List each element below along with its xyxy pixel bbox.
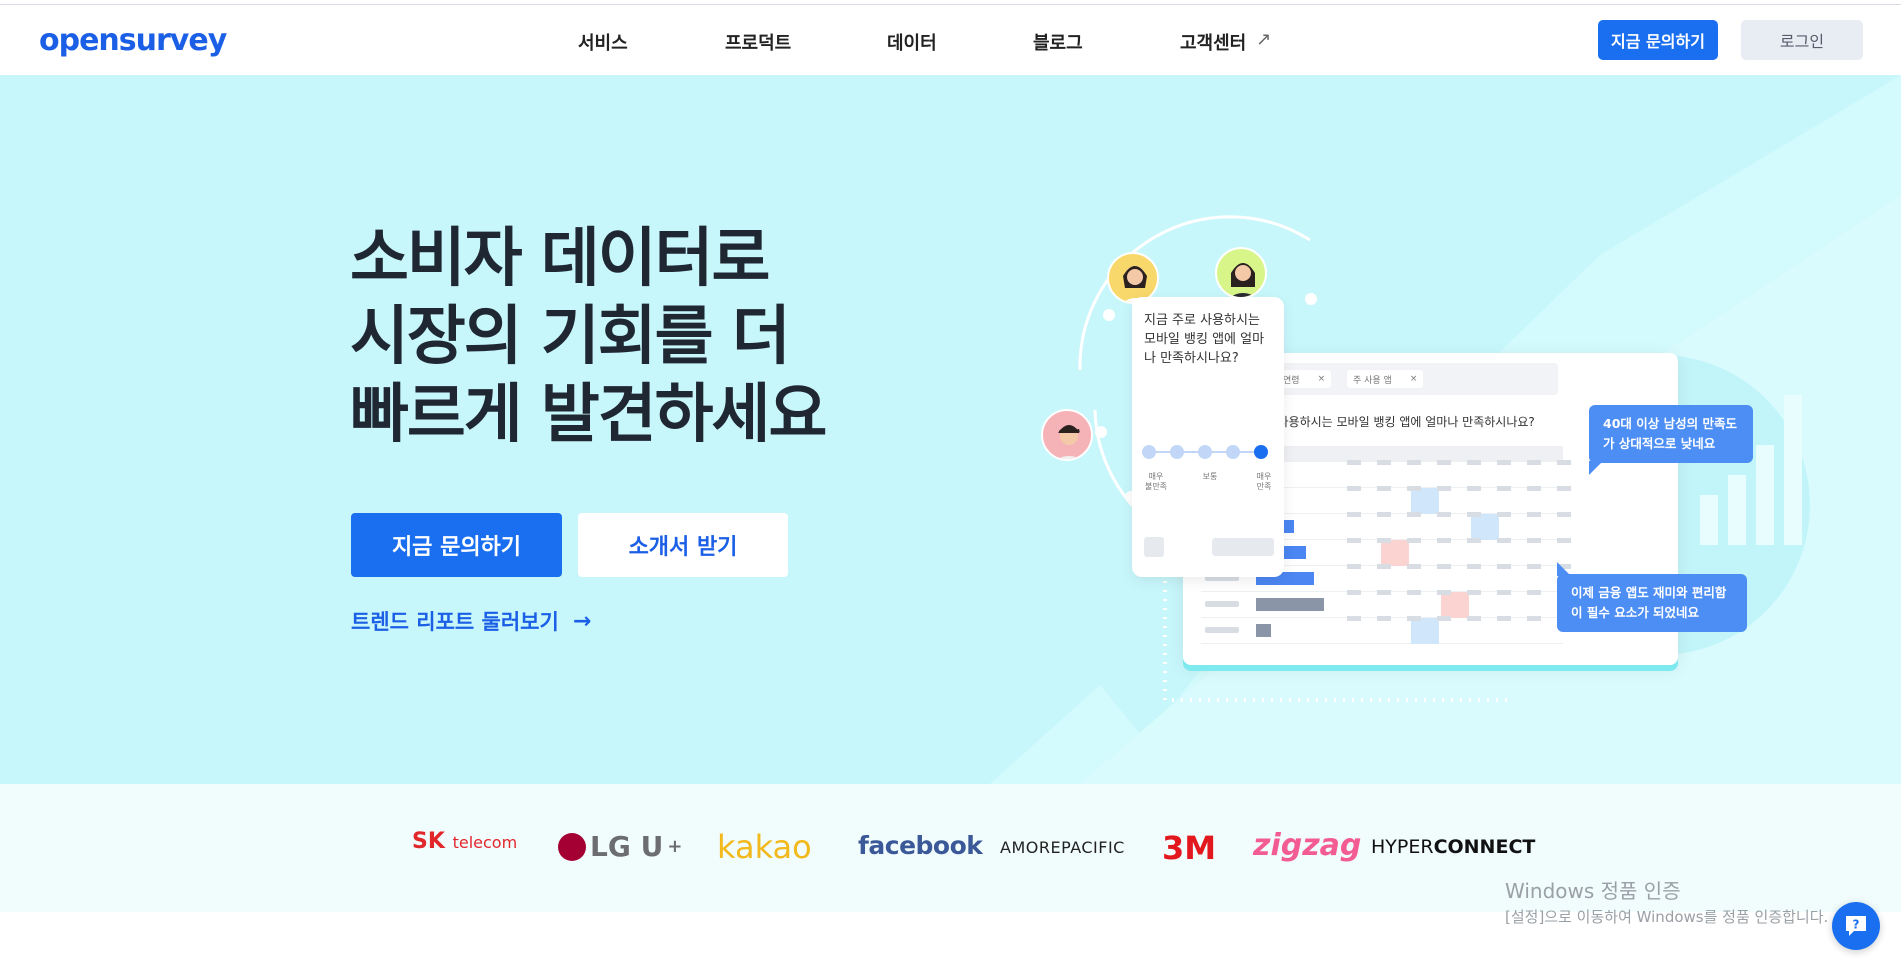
scale-label-high: 매우 만족: [1256, 472, 1272, 491]
scale-dot[interactable]: [1226, 445, 1240, 459]
external-link-icon: ↗: [1256, 29, 1272, 50]
3m-logo: 3M: [1162, 829, 1217, 867]
nav-support[interactable]: 고객센터 ↗: [1180, 29, 1271, 55]
hyper-text: HYPER: [1371, 836, 1434, 858]
trend-report-link[interactable]: 트렌드 리포트 둘러보기 →: [351, 606, 591, 636]
insight-bubble-top: 40대 이상 남성의 만족도가 상대적으로 낮네요: [1589, 405, 1753, 463]
nav-support-label: 고객센터: [1180, 33, 1247, 54]
arrow-right-icon: →: [572, 608, 592, 634]
contact-button[interactable]: 지금 문의하기: [1598, 20, 1718, 60]
sk-mark: SK: [412, 829, 445, 854]
scale-dot-selected[interactable]: [1254, 445, 1268, 459]
nav-product[interactable]: 프로덕트: [725, 29, 791, 55]
close-icon: ×: [1317, 374, 1326, 384]
watermark-subtitle: [설정]으로 이동하여 Windows를 정품 인증합니다.: [1505, 908, 1829, 926]
question-bubble-icon: ?: [1846, 916, 1866, 936]
filter-chip-age[interactable]: 연령 ×: [1277, 370, 1332, 388]
scale-dot[interactable]: [1198, 445, 1212, 459]
trend-report-label: 트렌드 리포트 둘러보기: [351, 610, 559, 634]
connect-text: CONNECT: [1433, 836, 1536, 858]
lg-plus: +: [667, 836, 683, 857]
sk-sub: telecom: [452, 833, 518, 852]
login-button[interactable]: 로그인: [1741, 20, 1863, 60]
filter-chip-app[interactable]: 주 사용 앱 ×: [1347, 370, 1424, 388]
survey-card: 지금 주로 사용하시는 모바일 뱅킹 앱에 얼마나 만족하시나요? 매우 불만족…: [1132, 297, 1284, 577]
bubble-tail: [1589, 461, 1603, 475]
hero-headline: 소비자 데이터로 시장의 기회를 더 빠르게 발견하세요: [350, 220, 827, 454]
get-brochure-button[interactable]: 소개서 받기: [578, 513, 788, 577]
rating-scale: [1142, 445, 1274, 459]
lg-emblem-icon: [558, 832, 586, 861]
scale-dot[interactable]: [1142, 445, 1156, 459]
avatar-woman-2: [1215, 247, 1267, 299]
facebook-logo: facebook: [858, 831, 983, 860]
nav-blog[interactable]: 블로그: [1033, 29, 1083, 55]
help-chat-button[interactable]: ?: [1832, 902, 1880, 950]
headline-line-2: 시장의 기회를 더: [350, 300, 791, 374]
sk-telecom-logo: SK telecom: [412, 829, 517, 854]
bubble-tail: [1557, 562, 1571, 576]
next-button[interactable]: [1212, 538, 1274, 556]
nav-service[interactable]: 서비스: [578, 29, 628, 55]
hyperconnect-logo: HYPERCONNECT: [1371, 836, 1535, 858]
scale-label-mid: 보통: [1202, 472, 1218, 481]
watermark-title: Windows 정품 인증: [1505, 879, 1681, 903]
headline-line-3: 빠르게 발견하세요: [350, 378, 827, 452]
survey-question: 지금 주로 사용하시는 모바일 뱅킹 앱에 얼마나 만족하시나요?: [1144, 313, 1265, 366]
kakao-logo: kakao: [717, 828, 812, 866]
headline-line-1: 소비자 데이터로: [350, 222, 770, 296]
windows-activation-watermark: Windows 정품 인증 [설정]으로 이동하여 Windows를 정품 인증…: [1505, 878, 1828, 930]
site-header: opensurvey 서비스 프로덕트 데이터 블로그 고객센터 ↗ 지금 문의…: [0, 5, 1901, 75]
chip-label: 연령: [1283, 375, 1300, 386]
logo[interactable]: opensurvey: [39, 23, 227, 58]
nav-data[interactable]: 데이터: [887, 29, 937, 55]
hero-contact-button[interactable]: 지금 문의하기: [351, 513, 562, 577]
scale-dot[interactable]: [1170, 445, 1184, 459]
hero-illustration: 성별× 연령× 주 사용 앱× Q3. 지금 주로 사용하시는 모바일 뱅킹 앱…: [1030, 170, 1830, 770]
amorepacific-logo: AMOREPACIFIC: [1000, 838, 1125, 857]
lg-text: LG U: [590, 830, 664, 863]
avatar-man: [1041, 409, 1093, 461]
zigzag-logo: zigzag: [1253, 828, 1362, 863]
scale-label-low: 매우 불만족: [1144, 472, 1168, 491]
insight-bubble-bottom: 이제 금융 앱도 재미와 편리함이 필수 요소가 되었네요: [1557, 574, 1747, 632]
chip-label: 주 사용 앱: [1353, 375, 1392, 386]
close-icon: ×: [1409, 374, 1418, 384]
hero-section: 소비자 데이터로 시장의 기회를 더 빠르게 발견하세요 지금 문의하기 소개서…: [0, 75, 1901, 784]
prev-button[interactable]: [1144, 537, 1164, 557]
svg-text:?: ?: [1853, 918, 1860, 932]
lg-uplus-logo: LG U +: [558, 830, 682, 863]
